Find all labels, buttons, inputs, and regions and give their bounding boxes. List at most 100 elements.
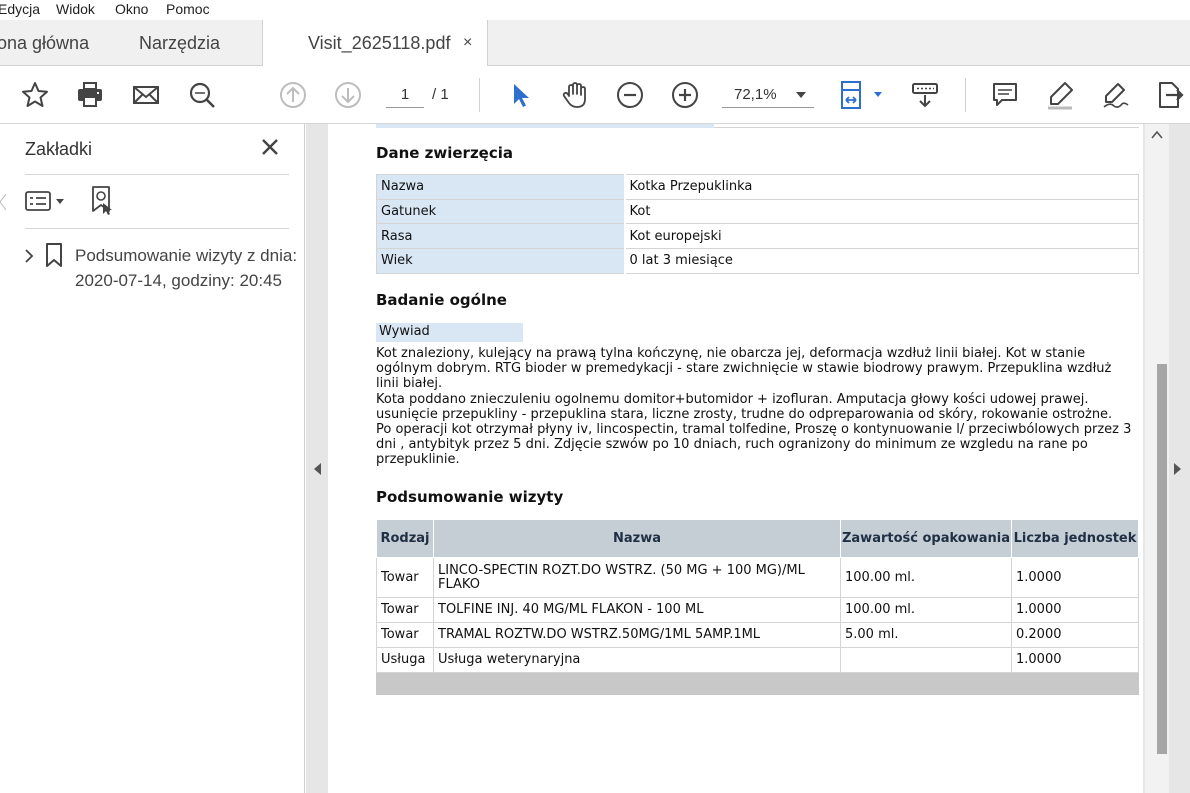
- bookmarks-title: Zakładki: [25, 139, 93, 159]
- arrow-up-circle-icon: [280, 82, 306, 108]
- note-paragraph: Po operacji kot otrzymał płyny iv, linco…: [376, 422, 1132, 468]
- animal-details-table: Nazwa Kotka Przepuklinka Gatunek Kot Rasa K…: [376, 174, 1139, 274]
- table-edge: [376, 124, 714, 128]
- table-cell: Usługa weterynaryjna: [433, 647, 841, 673]
- table-cell: 1.0000: [1011, 597, 1139, 623]
- zoom-in-button[interactable]: [668, 78, 702, 112]
- scroll-up-icon[interactable]: [1151, 130, 1163, 140]
- table-row: Rasa Kot europejski: [376, 223, 1139, 250]
- table-cell: Towar: [376, 622, 434, 648]
- animal-label: Gatunek: [376, 198, 626, 225]
- bookmark-options-icon[interactable]: [25, 190, 69, 212]
- interview-label: Wywiad: [376, 323, 523, 342]
- hand-tool-button[interactable]: [558, 78, 592, 112]
- collapse-panel-icon[interactable]: [312, 462, 322, 476]
- animal-value: Kot: [624, 198, 1139, 225]
- close-tab-icon[interactable]: ×: [463, 20, 472, 66]
- exam-section-heading: Badanie ogólne: [376, 291, 507, 309]
- add-bookmark-icon[interactable]: [89, 185, 119, 215]
- comment-icon: [993, 83, 1017, 106]
- arrow-down-circle-icon: [335, 82, 361, 108]
- table-cell: Usługa: [376, 647, 434, 673]
- expand-panel-icon[interactable]: [1173, 462, 1183, 476]
- comment-button[interactable]: [988, 78, 1022, 112]
- table-cell: 1.0000: [1011, 647, 1139, 673]
- table-cell: 1.0000: [1011, 557, 1139, 598]
- toolbar: / 1 72,1%: [0, 66, 1190, 124]
- email-button[interactable]: [129, 78, 163, 112]
- tab-home[interactable]: ona główna: [0, 20, 117, 66]
- table-footer: [376, 672, 1139, 695]
- menu-edycja[interactable]: Edycja: [0, 1, 40, 17]
- menu-pomoc[interactable]: Pomoc: [166, 1, 210, 17]
- zoom-out-button[interactable]: [613, 78, 647, 112]
- table-row: Wiek 0 lat 3 miesiące: [376, 248, 1139, 274]
- table-cell: Towar: [376, 557, 434, 598]
- table-cell: [840, 647, 1012, 673]
- zoom-value: 72,1%: [734, 86, 777, 103]
- animal-section-heading: Dane zwierzęcia: [376, 144, 514, 162]
- close-icon[interactable]: [257, 134, 283, 160]
- animal-label: Nazwa: [376, 174, 626, 200]
- note-paragraph: Kot znaleziony, kulejący na prawą tylna …: [376, 346, 1112, 392]
- page-fit-button[interactable]: [838, 78, 886, 112]
- export-file-icon: [1159, 82, 1184, 108]
- envelope-icon: [133, 86, 159, 104]
- minus-circle-icon: [617, 82, 643, 108]
- panel-resize-handle[interactable]: [0, 194, 6, 210]
- print-button[interactable]: [73, 78, 107, 112]
- highlighter-pen-icon: [1048, 82, 1073, 110]
- select-tool-button[interactable]: [503, 78, 537, 112]
- tab-bar: ona główna Narzędzia Visit_2625118.pdf ×: [0, 20, 1190, 67]
- table-edge: [714, 127, 1139, 128]
- table-row: Towar LINCO-SPECTIN ROZT.DO WSTRZ. (50 M…: [376, 557, 1139, 598]
- divider: [25, 174, 289, 175]
- menu-widok[interactable]: Widok: [56, 1, 95, 17]
- table-row: Towar TRAMAL ROZTW.DO WSTRZ.50MG/1ML 5AM…: [376, 622, 1139, 648]
- zoom-select[interactable]: 72,1%: [722, 82, 814, 108]
- fit-page-width-icon: [841, 81, 882, 109]
- menu-bar: Edycja Widok Okno Pomoc: [0, 0, 1190, 20]
- table-cell: TRAMAL ROZTW.DO WSTRZ.50MG/1ML 5AMP.1ML: [433, 622, 841, 648]
- table-cell: Towar: [376, 597, 434, 623]
- tab-document[interactable]: Visit_2625118.pdf: [262, 20, 488, 67]
- table-header-row: Rodzaj Nazwa Zawartość opakowania Liczba…: [376, 519, 1139, 558]
- note-paragraph: Kota poddano znieczuleniu ogolnemu domit…: [376, 391, 1089, 407]
- menu-okno[interactable]: Okno: [115, 1, 148, 17]
- document-viewer[interactable]: Dane zwierzęcia Nazwa Kotka Przepuklinka …: [306, 124, 1190, 793]
- cursor-arrow-icon: [514, 84, 529, 107]
- table-cell: 5.00 ml.: [840, 622, 1012, 648]
- page-total: / 1: [432, 86, 449, 103]
- interview-notes: Kot znaleziony, kulejący na prawą tylna …: [376, 346, 1136, 468]
- bookmarks-panel: Zakładki Podsumowanie wizyty z dnia: 202…: [0, 124, 305, 793]
- column-header: Nazwa: [433, 519, 841, 558]
- previous-page-button[interactable]: [276, 78, 310, 112]
- highlight-button[interactable]: [1043, 78, 1077, 112]
- toolbar-divider: [965, 78, 966, 112]
- table-row: Usługa Usługa weterynaryjna 1.0000: [376, 647, 1139, 673]
- keyboard-scroll-icon: [912, 83, 938, 108]
- sign-button[interactable]: [1098, 78, 1132, 112]
- tab-document-label: Visit_2625118.pdf: [308, 33, 451, 53]
- page-number-input[interactable]: [386, 82, 424, 108]
- pdf-page: Dane zwierzęcia Nazwa Kotka Przepuklinka …: [328, 124, 1143, 793]
- search-icon: [189, 82, 215, 108]
- toolbar-divider: [479, 78, 480, 112]
- tab-tools[interactable]: Narzędzia: [139, 20, 249, 66]
- table-cell: LINCO-SPECTIN ROZT.DO WSTRZ. (50 MG + 10…: [433, 557, 841, 598]
- search-button[interactable]: [185, 78, 219, 112]
- chevron-right-icon[interactable]: [23, 248, 35, 264]
- animal-label: Rasa: [376, 223, 626, 250]
- table-row: Towar TOLFINE INJ. 40 MG/ML FLAKON - 100…: [376, 597, 1139, 623]
- hand-icon: [562, 82, 586, 108]
- plus-circle-icon: [672, 82, 698, 108]
- bookmark-star-button[interactable]: [18, 78, 52, 112]
- scrollbar-thumb[interactable]: [1157, 364, 1167, 754]
- export-button[interactable]: [1153, 78, 1187, 112]
- animal-label: Wiek: [376, 248, 626, 274]
- next-page-button[interactable]: [331, 78, 365, 112]
- bookmark-item-label[interactable]: Podsumowanie wizyty z dnia: 2020-07-14, …: [75, 244, 300, 293]
- vertical-scrollbar[interactable]: [1145, 124, 1169, 793]
- table-row: Nazwa Kotka Przepuklinka: [376, 174, 1139, 200]
- scroll-mode-button[interactable]: [908, 78, 942, 112]
